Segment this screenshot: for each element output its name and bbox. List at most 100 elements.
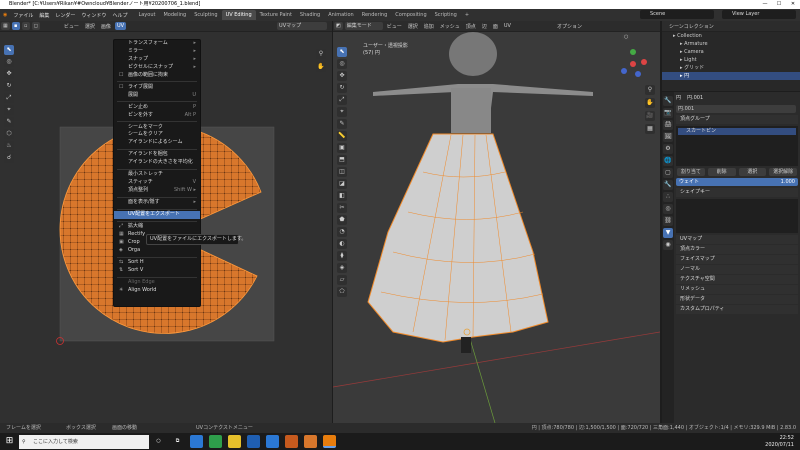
outliner-row[interactable]: ▸ Armature: [662, 40, 800, 48]
menu-help[interactable]: ヘルプ: [109, 12, 130, 19]
uv-header-image[interactable]: 画像: [98, 23, 114, 30]
select-mode-face-icon[interactable]: ◻: [31, 22, 40, 30]
particles-properties-icon[interactable]: ∴: [663, 192, 673, 202]
weight-slider[interactable]: ウェイト 1.000: [676, 178, 798, 186]
uv-menu-item[interactable]: ピクセルにスナップ ▸: [114, 64, 200, 72]
select-button[interactable]: 選択: [738, 168, 767, 176]
mesh-data-field[interactable]: 円.001: [676, 105, 796, 113]
outliner-row[interactable]: ▸ グリッド: [662, 64, 800, 72]
assign-button[interactable]: 割り当て: [677, 168, 705, 176]
vp-menu-select[interactable]: 選択: [405, 23, 421, 30]
uv-menu-item[interactable]: ピンを外す Alt P: [114, 112, 200, 120]
property-panel[interactable]: UVマップ: [676, 235, 798, 244]
explorer-icon[interactable]: [228, 435, 241, 448]
task-view-icon[interactable]: ⧉: [171, 435, 184, 448]
option-dropdown[interactable]: オプション: [554, 23, 585, 30]
uv-menu-item[interactable]: ピン止め P: [114, 104, 200, 112]
property-panel[interactable]: テクスチャ空間: [676, 275, 798, 284]
vertex-group-item[interactable]: スカートピン: [678, 128, 796, 135]
constraints-properties-icon[interactable]: ⛓: [663, 216, 673, 226]
render-properties-icon[interactable]: 📷: [663, 108, 673, 118]
chrome-icon[interactable]: [209, 435, 222, 448]
menu-render[interactable]: レンダー: [52, 12, 78, 19]
outliner-row[interactable]: ▸ 円: [662, 72, 800, 80]
viewport-3d[interactable]: ◩ 編集モード ビュー 選択 追加 メッシュ 頂点 辺 面 UV オプション ユ…: [333, 21, 660, 423]
uv-menu-item[interactable]: 展開 U: [114, 92, 200, 100]
menu-edit[interactable]: 編集: [36, 12, 52, 19]
vp-zoom-icon[interactable]: ⚲: [645, 85, 655, 95]
vp-menu-face[interactable]: 面: [490, 23, 501, 30]
uv-menu-item[interactable]: スナップ ▸: [114, 56, 200, 64]
tab-texture-paint[interactable]: Texture Paint: [256, 10, 296, 20]
blender-logo-icon[interactable]: ◉: [0, 12, 10, 18]
vp-menu-uv[interactable]: UV: [501, 23, 514, 29]
outliner-row[interactable]: ▸ Light: [662, 56, 800, 64]
view-layer-selector[interactable]: View Layer: [722, 10, 796, 19]
property-panel[interactable]: ノーマル: [676, 265, 798, 274]
uv-menu-item[interactable]: ◈ Orga: [114, 247, 200, 255]
tab-uv-editing[interactable]: UV Editing: [221, 10, 256, 20]
close-button[interactable]: ✕: [786, 0, 800, 9]
windows-start-icon[interactable]: ⊞: [3, 435, 16, 448]
uv-menu-item[interactable]: アイランドの大きさを平均化: [114, 159, 200, 167]
remove-button[interactable]: 削除: [707, 168, 736, 176]
uv-menu-item[interactable]: ⇅ Sort V: [114, 267, 200, 275]
uv-menu-item[interactable]: スティッチ V: [114, 179, 200, 187]
blender-taskbar-icon-1[interactable]: [285, 435, 298, 448]
view-layer-properties-icon[interactable]: 🖼: [663, 132, 673, 142]
maximize-button[interactable]: ☐: [772, 0, 786, 9]
menu-window[interactable]: ウィンドウ: [78, 12, 109, 19]
uv-menu-item[interactable]: ⇆ Sort H: [114, 259, 200, 267]
uv-header-view[interactable]: ビュー: [61, 23, 82, 30]
uv-menu-item[interactable]: Align Edge: [114, 279, 200, 287]
uv-menu-item[interactable]: 面を表示/隠す ▸: [114, 199, 200, 207]
add-workspace-icon[interactable]: +: [461, 10, 473, 20]
tab-shading[interactable]: Shading: [296, 10, 324, 20]
mode-selector[interactable]: 編集モード: [344, 22, 383, 30]
uv-menu-item[interactable]: ⤢ 拡大縮: [114, 223, 200, 231]
uv-menu-item[interactable]: トランスフォーム ▸: [114, 40, 200, 48]
cortana-icon[interactable]: ○: [152, 435, 165, 448]
output-properties-icon[interactable]: 🖨: [663, 120, 673, 130]
blender-taskbar-icon-2[interactable]: [304, 435, 317, 448]
tab-animation[interactable]: Animation: [324, 10, 358, 20]
vp-menu-add[interactable]: 追加: [421, 23, 437, 30]
vp-pan-icon[interactable]: ✋: [645, 98, 655, 108]
property-panel[interactable]: 形状データ: [676, 295, 798, 304]
outliner-row[interactable]: ▸ Camera: [662, 48, 800, 56]
tool-properties-icon[interactable]: 🔧: [663, 96, 673, 106]
vp-grid-icon[interactable]: ▦: [645, 124, 655, 134]
vp-camera-icon[interactable]: 🎥: [645, 111, 655, 121]
uv-map-field[interactable]: UVマップ: [277, 22, 328, 30]
property-panel[interactable]: カスタムプロパティ: [676, 305, 798, 314]
tab-sculpting[interactable]: Sculpting: [190, 10, 221, 20]
blender-active-taskbar-icon[interactable]: [323, 435, 336, 448]
object-properties-icon[interactable]: ▢: [663, 168, 673, 178]
tab-modeling[interactable]: Modeling: [159, 10, 190, 20]
taskbar-clock[interactable]: 22:52 2020/07/11: [765, 435, 794, 449]
tab-layout[interactable]: Layout: [134, 10, 159, 20]
uv-menu-item[interactable]: ☐ ライブ展開: [114, 84, 200, 92]
tab-scripting[interactable]: Scripting: [431, 10, 461, 20]
shape-keys-panel[interactable]: シェイプキー: [676, 188, 798, 197]
scene-selector[interactable]: Scene: [640, 10, 714, 19]
vp-menu-mesh[interactable]: メッシュ: [437, 23, 463, 30]
property-panel[interactable]: リメッシュ: [676, 285, 798, 294]
scene-properties-icon[interactable]: ⚙: [663, 144, 673, 154]
uv-menu-item[interactable]: ☐ 画像の範囲に拘束: [114, 72, 200, 80]
tab-rendering[interactable]: Rendering: [358, 10, 392, 20]
uv-menu-item[interactable]: シームをクリア: [114, 131, 200, 139]
uv-menu-item[interactable]: UV配置をエクスポート: [114, 211, 200, 220]
select-mode-vertex-icon[interactable]: ▪: [11, 22, 20, 30]
uv-menu-item[interactable]: ミラー ▸: [114, 48, 200, 56]
wireframe-shading-icon[interactable]: ○: [622, 34, 631, 40]
mail-icon[interactable]: [266, 435, 279, 448]
checkbox-icon[interactable]: ☐: [119, 84, 123, 92]
uv-menu-item[interactable]: アイランドによるシーム: [114, 139, 200, 147]
modifier-properties-icon[interactable]: 🔧: [663, 180, 673, 190]
property-panel[interactable]: 頂点カラー: [676, 245, 798, 254]
store-icon[interactable]: [247, 435, 260, 448]
vp-menu-vertex[interactable]: 頂点: [463, 23, 479, 30]
tab-compositing[interactable]: Compositing: [391, 10, 430, 20]
uv-menu-item[interactable]: 頂点整列 Shift W ▸: [114, 187, 200, 195]
